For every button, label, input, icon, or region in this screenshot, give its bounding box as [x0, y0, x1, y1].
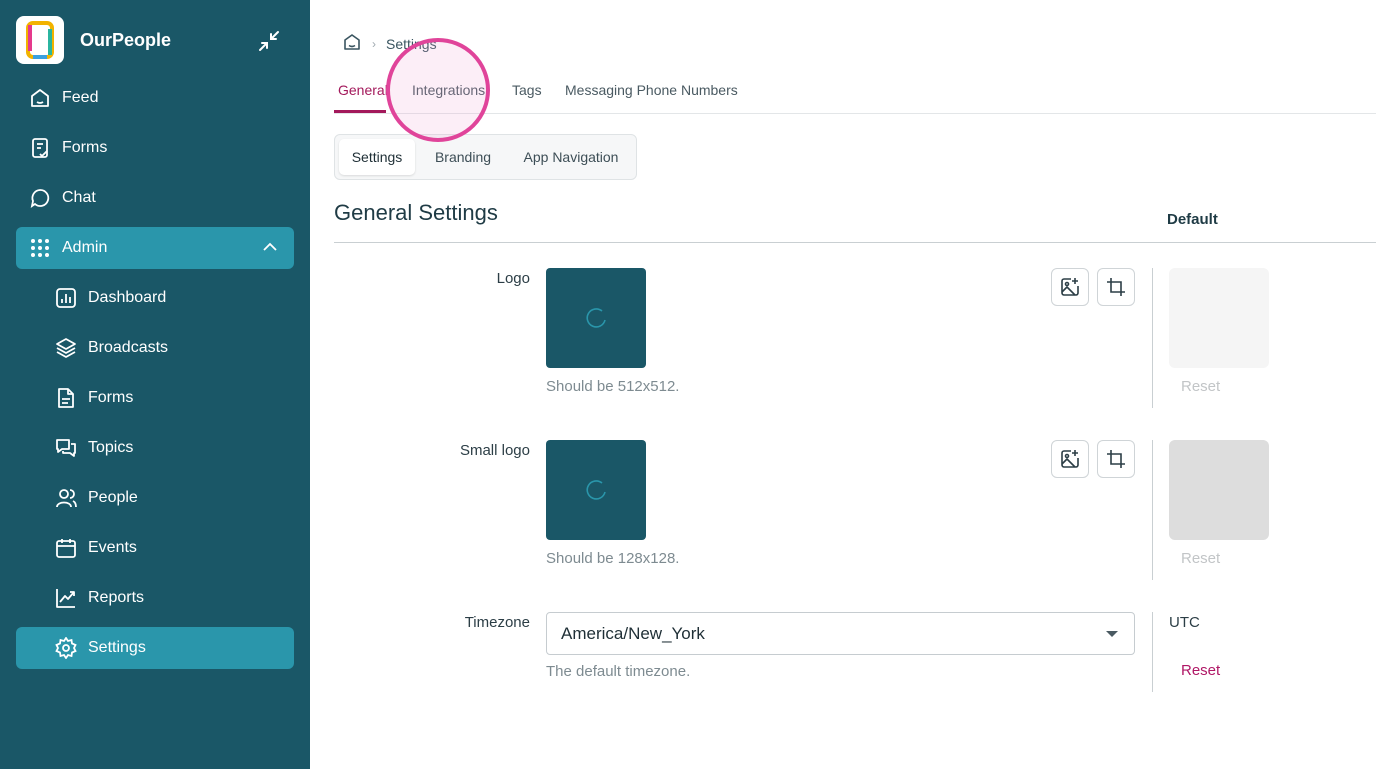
upload-logo-button[interactable] [1051, 268, 1089, 306]
gear-icon [54, 636, 78, 660]
sidebar-item-label: Feed [62, 89, 99, 106]
sidebar: OurPeople Feed Forms Chat Admin Dashboar… [0, 0, 310, 769]
tab-integrations[interactable]: Integrations [412, 82, 485, 98]
timezone-reset-button[interactable]: Reset [1181, 662, 1220, 679]
crop-icon [1107, 278, 1125, 296]
sidebar-item-label: Forms [62, 139, 108, 156]
app-logo [16, 16, 64, 64]
sidebar-item-forms[interactable]: Forms [16, 127, 294, 169]
caret-down-icon [1106, 631, 1118, 637]
tab-general[interactable]: General [338, 82, 388, 98]
brand: OurPeople [16, 16, 171, 64]
tab-messaging-phone-numbers[interactable]: Messaging Phone Numbers [565, 82, 738, 98]
sidebar-item-reports[interactable]: Reports [16, 577, 294, 619]
loading-spinner-icon [586, 480, 606, 500]
form-check-icon [28, 136, 52, 160]
sidebar-item-label: Topics [88, 439, 134, 456]
subtab-branding[interactable]: Branding [423, 139, 503, 175]
sidebar-item-admin-forms[interactable]: Forms [16, 377, 294, 419]
timezone-default-value: UTC [1169, 614, 1200, 631]
small-logo-preview[interactable] [546, 440, 646, 540]
tab-tags[interactable]: Tags [512, 82, 542, 98]
sidebar-item-admin[interactable]: Admin [16, 227, 294, 269]
sidebar-item-label: Settings [88, 639, 146, 656]
small-logo-reset-button[interactable]: Reset [1181, 550, 1220, 567]
sidebar-item-broadcasts[interactable]: Broadcasts [16, 327, 294, 369]
sidebar-item-chat[interactable]: Chat [16, 177, 294, 219]
logo-label: Logo [496, 270, 530, 287]
sidebar-item-people[interactable]: People [16, 477, 294, 519]
crop-small-logo-button[interactable] [1097, 440, 1135, 478]
crop-icon [1107, 450, 1125, 468]
upload-small-logo-button[interactable] [1051, 440, 1089, 478]
crop-logo-button[interactable] [1097, 268, 1135, 306]
section-title: General Settings [334, 200, 498, 225]
sidebar-item-dashboard[interactable]: Dashboard [16, 277, 294, 319]
column-divider [1152, 612, 1153, 692]
chevron-right-icon: › [372, 36, 376, 51]
loading-spinner-icon [586, 308, 606, 328]
image-add-icon [1061, 450, 1079, 468]
active-tab-indicator [334, 110, 386, 113]
sidebar-item-settings[interactable]: Settings [16, 627, 294, 669]
grid-dots-icon [28, 236, 52, 260]
collapse-sidebar-button[interactable] [256, 28, 282, 54]
divider [334, 242, 1376, 243]
logo-default-preview [1169, 268, 1269, 368]
chevron-up-icon [262, 239, 278, 260]
timezone-value: America/New_York [561, 623, 705, 643]
app-name: OurPeople [80, 29, 172, 50]
bar-chart-icon [54, 286, 78, 310]
logo-hint: Should be 512x512. [546, 378, 680, 395]
main-content: › Settings General Integrations Tags Mes… [310, 0, 1376, 769]
sidebar-item-label: Forms [88, 389, 134, 406]
home-icon[interactable] [342, 32, 362, 55]
home-icon [28, 86, 52, 110]
column-divider [1152, 268, 1153, 408]
breadcrumb-current: Settings [386, 35, 437, 52]
chat-bubbles-icon [54, 436, 78, 460]
timezone-label: Timezone [464, 614, 530, 631]
sidebar-item-label: People [88, 489, 138, 506]
timezone-hint: The default timezone. [546, 663, 691, 680]
collapse-arrows-icon [259, 31, 279, 51]
breadcrumb: › Settings [342, 32, 437, 55]
tab-bar: General Integrations Tags Messaging Phon… [334, 78, 1376, 114]
sidebar-item-events[interactable]: Events [16, 527, 294, 569]
calendar-icon [54, 536, 78, 560]
subtab-group: Settings Branding App Navigation [334, 134, 637, 180]
timezone-select[interactable]: America/New_York [546, 612, 1135, 655]
small-logo-label: Small logo [459, 442, 530, 459]
subtab-app-navigation[interactable]: App Navigation [513, 139, 629, 175]
document-icon [54, 386, 78, 410]
logo-preview[interactable] [546, 268, 646, 368]
chat-bubble-icon [28, 186, 52, 210]
column-divider [1152, 440, 1153, 580]
image-add-icon [1061, 278, 1079, 296]
sidebar-item-topics[interactable]: Topics [16, 427, 294, 469]
small-logo-default-preview [1169, 440, 1269, 540]
sidebar-item-label: Reports [88, 589, 145, 606]
sidebar-item-label: Admin [62, 239, 108, 256]
logo-reset-button[interactable]: Reset [1181, 378, 1220, 395]
sidebar-item-label: Broadcasts [88, 339, 169, 356]
subtab-settings[interactable]: Settings [339, 139, 415, 175]
sidebar-item-label: Dashboard [88, 289, 167, 306]
layers-icon [54, 336, 78, 360]
sidebar-item-label: Chat [62, 189, 96, 206]
sidebar-item-label: Events [88, 539, 137, 556]
sidebar-item-feed[interactable]: Feed [16, 77, 294, 119]
users-icon [54, 486, 78, 510]
line-chart-icon [54, 586, 78, 610]
default-column-label: Default [1167, 211, 1218, 228]
small-logo-hint: Should be 128x128. [546, 550, 680, 567]
